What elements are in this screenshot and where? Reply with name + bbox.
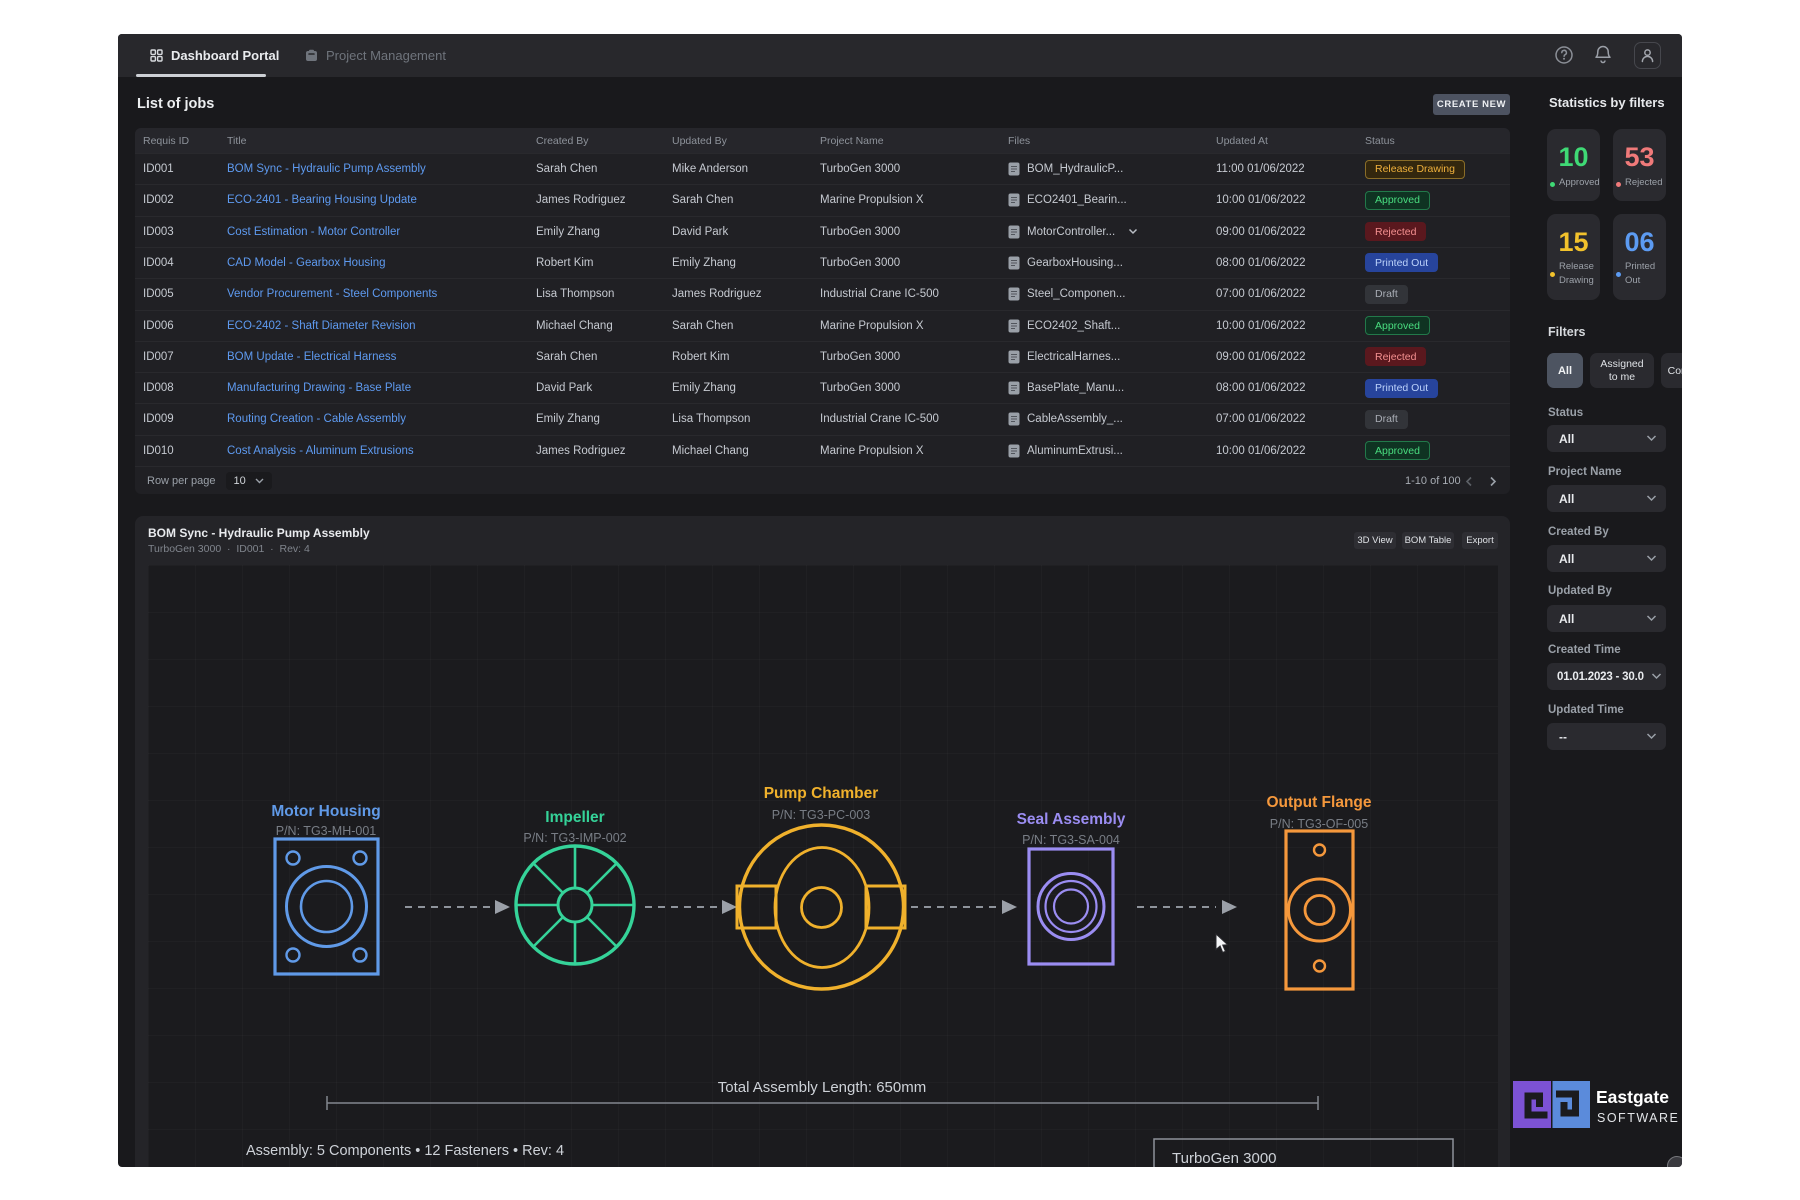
svg-text:Motor Housing: Motor Housing: [271, 803, 380, 820]
svg-text:P/N: TG3-OF-005: P/N: TG3-OF-005: [1270, 817, 1368, 831]
svg-text:Seal Assembly: Seal Assembly: [1017, 811, 1126, 828]
svg-text:TurboGen 3000: TurboGen 3000: [1172, 1150, 1277, 1167]
svg-text:Total Assembly Length: 650mm: Total Assembly Length: 650mm: [718, 1079, 926, 1096]
svg-text:Output Flange: Output Flange: [1266, 794, 1371, 811]
svg-text:P/N: TG3-SA-004: P/N: TG3-SA-004: [1022, 833, 1120, 847]
svg-text:Pump Chamber: Pump Chamber: [764, 785, 879, 802]
svg-text:P/N: TG3-IMP-002: P/N: TG3-IMP-002: [523, 831, 626, 845]
svg-text:Impeller: Impeller: [545, 809, 604, 826]
svg-text:P/N: TG3-PC-003: P/N: TG3-PC-003: [772, 808, 870, 822]
svg-text:Assembly: 5 Components • 12 Fa: Assembly: 5 Components • 12 Fasteners • …: [246, 1143, 564, 1159]
svg-text:P/N: TG3-MH-001: P/N: TG3-MH-001: [276, 824, 377, 838]
